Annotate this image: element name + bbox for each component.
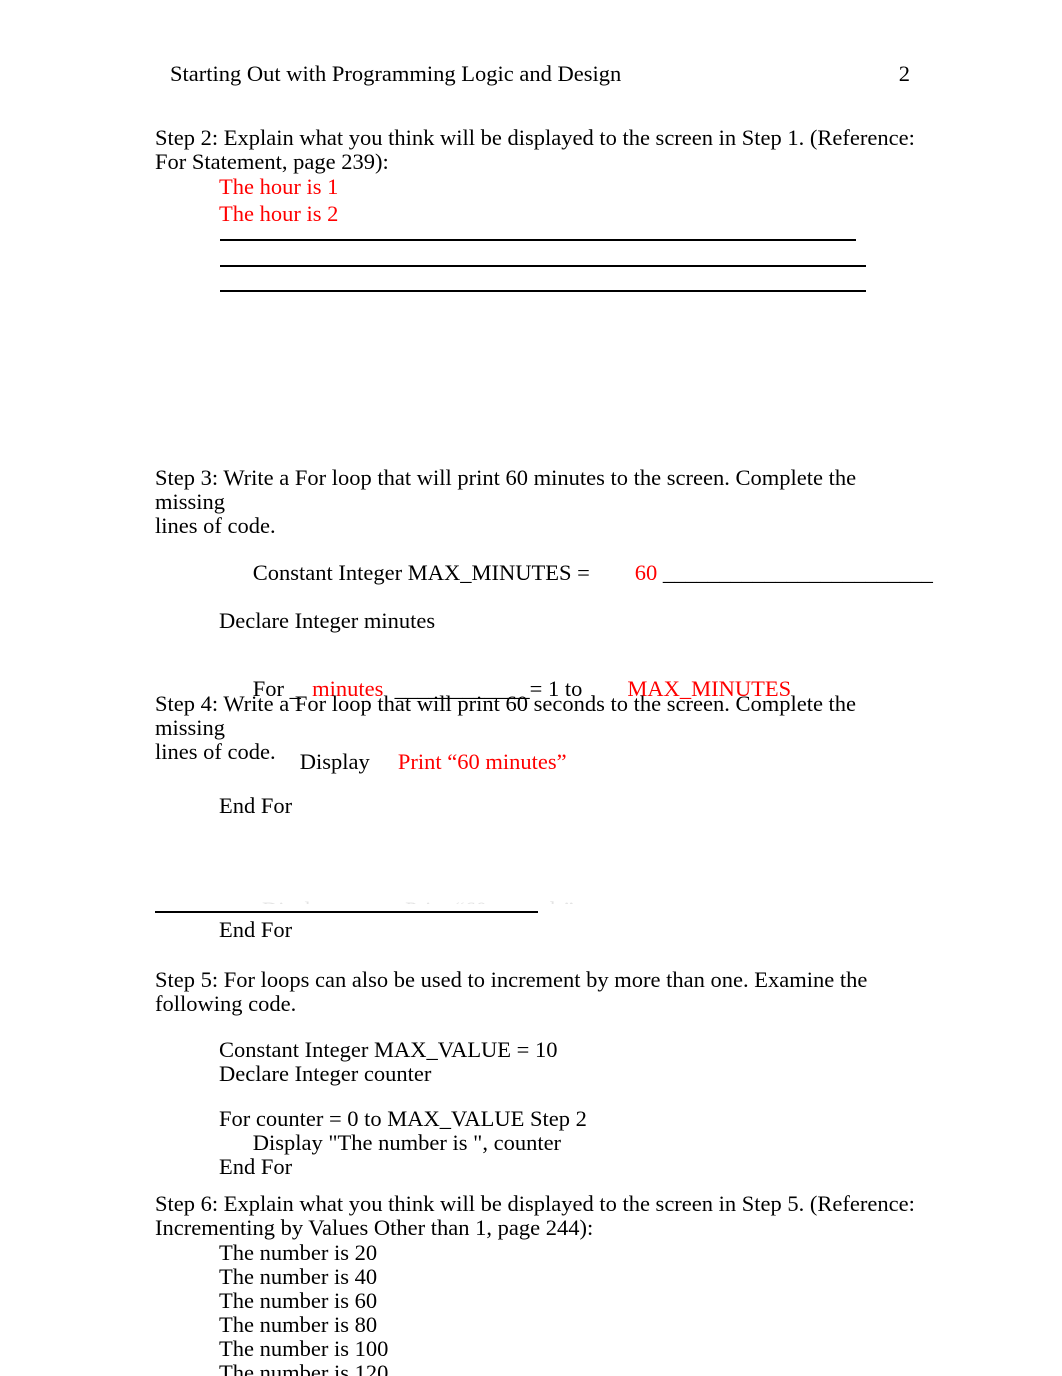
step6-answer-line: The number is 100 bbox=[219, 1336, 389, 1362]
step5-code-block: Constant Integer MAX_VALUE = 10 Declare … bbox=[219, 1037, 587, 1180]
document-page: Starting Out with Programming Logic and … bbox=[0, 0, 1062, 1376]
step3-const-line: Constant Integer MAX_MINUTES = 60 ______… bbox=[219, 537, 933, 609]
step2-prompt-line2: For Statement, page 239): bbox=[155, 149, 389, 175]
step2-prompt: Step 2: Explain what you think will be d… bbox=[155, 125, 915, 175]
step6-answer-line: The number is 60 bbox=[219, 1288, 378, 1314]
step2-answers: The hour is 1 The hour is 2 bbox=[219, 174, 339, 227]
step6-answer-line: The number is 120 bbox=[219, 1360, 389, 1376]
step3-const-blank: ________________________ bbox=[662, 560, 933, 586]
step3-const-label: Constant Integer MAX_MINUTES = bbox=[252, 560, 590, 586]
step4-prompt: Step 4: Write a For loop that will print… bbox=[155, 691, 915, 765]
step6-answer-line: The number is 20 bbox=[219, 1240, 378, 1265]
step2-blank-rule-3 bbox=[220, 290, 866, 292]
step3-code-block: Constant Integer MAX_MINUTES = 60 ______… bbox=[219, 537, 933, 818]
step3-const-value: 60 bbox=[634, 560, 658, 586]
step6-answer-line: The number is 40 bbox=[219, 1264, 378, 1290]
step6-prompt-line2: Incrementing by Values Other than 1, pag… bbox=[155, 1215, 594, 1241]
step5-prompt-line2: following code. bbox=[155, 991, 297, 1017]
step3-endfor-line: End For bbox=[219, 796, 293, 818]
page-title: Starting Out with Programming Logic and … bbox=[170, 61, 622, 86]
step6-prompt-line1: Step 6: Explain what you think will be d… bbox=[155, 1191, 915, 1216]
step4-endfor: End For bbox=[219, 917, 293, 942]
step2-answer-line-1: The hour is 1 bbox=[219, 174, 339, 199]
step4-ghost-text: Display Print “60 seconds” bbox=[262, 898, 574, 904]
step4-answer-rule bbox=[155, 911, 538, 913]
step5-code-line: End For bbox=[219, 1154, 293, 1180]
step6-prompt: Step 6: Explain what you think will be d… bbox=[155, 1191, 915, 1241]
step5-code-line: Display "The number is ", counter bbox=[219, 1130, 562, 1156]
step5-code-line: Constant Integer MAX_VALUE = 10 bbox=[219, 1037, 558, 1062]
step6-answers: The number is 20 The number is 40 The nu… bbox=[219, 1240, 389, 1376]
step5-code-spacer bbox=[219, 1086, 587, 1107]
page-number: 2 bbox=[898, 61, 910, 86]
step2-prompt-line1: Step 2: Explain what you think will be d… bbox=[155, 125, 915, 150]
step5-code-line: Declare Integer counter bbox=[219, 1061, 432, 1087]
step3-declare-line: Declare Integer minutes bbox=[219, 608, 436, 634]
step3-prompt: Step 3: Write a For loop that will print… bbox=[155, 465, 915, 539]
step2-blank-rule-1 bbox=[220, 239, 856, 241]
step5-code-line: For counter = 0 to MAX_VALUE Step 2 bbox=[219, 1106, 587, 1132]
step5-prompt: Step 5: For loops can also be used to in… bbox=[155, 967, 915, 1017]
step2-blank-rule-2 bbox=[220, 265, 866, 267]
step4-prompt-line2: lines of code. bbox=[155, 739, 276, 765]
step5-prompt-line1: Step 5: For loops can also be used to in… bbox=[155, 967, 868, 992]
step3-prompt-line2: lines of code. bbox=[155, 513, 276, 539]
step2-answer-line-2: The hour is 2 bbox=[219, 201, 339, 227]
step3-code-spacer bbox=[219, 633, 933, 653]
step3-prompt-line1: Step 3: Write a For loop that will print… bbox=[155, 465, 857, 515]
document-header: Starting Out with Programming Logic and … bbox=[170, 60, 910, 88]
step6-answer-line: The number is 80 bbox=[219, 1312, 378, 1338]
step4-prompt-line1: Step 4: Write a For loop that will print… bbox=[155, 691, 857, 741]
